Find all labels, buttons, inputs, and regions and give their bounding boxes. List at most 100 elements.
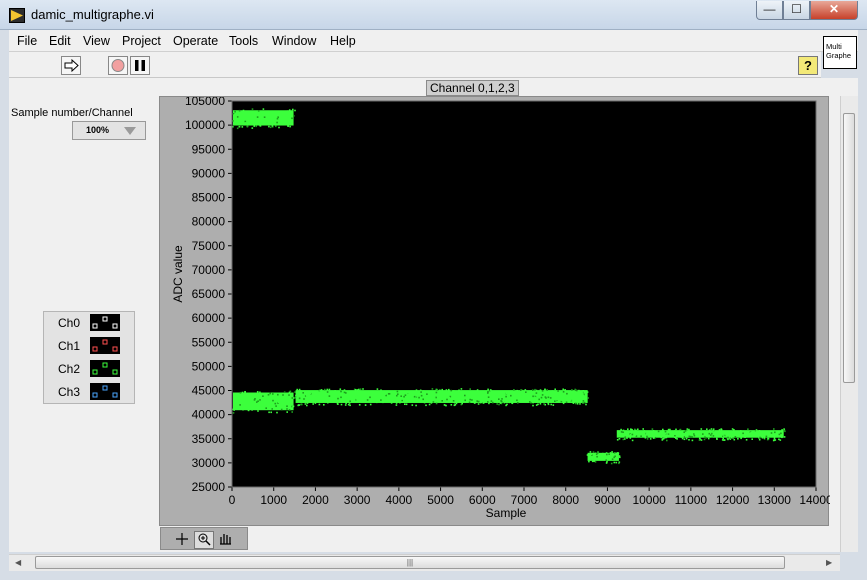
menu-view[interactable]: View — [83, 34, 110, 48]
data-point — [610, 462, 613, 465]
menu-operate[interactable]: Operate — [173, 34, 218, 48]
zoom-icon[interactable] — [194, 531, 214, 549]
data-point — [707, 437, 710, 440]
legend-swatch-ch1[interactable] — [90, 337, 120, 354]
data-point — [403, 395, 405, 398]
data-point — [766, 431, 768, 434]
data-point — [631, 439, 634, 442]
data-point — [734, 436, 737, 438]
minimize-button[interactable]: — — [756, 1, 783, 20]
pause-button[interactable] — [130, 56, 150, 75]
data-point — [712, 432, 715, 435]
data-point — [499, 402, 502, 404]
maximize-button[interactable]: ☐ — [783, 1, 810, 20]
data-point — [694, 431, 696, 434]
close-button[interactable]: ✕ — [810, 1, 858, 20]
data-point — [487, 396, 490, 398]
legend-marker — [92, 346, 98, 352]
data-point — [552, 390, 555, 393]
data-point — [299, 391, 302, 394]
data-point — [319, 389, 321, 392]
data-point — [593, 459, 596, 462]
data-point — [666, 439, 668, 442]
data-point — [387, 396, 390, 398]
data-point — [251, 400, 254, 403]
data-point — [736, 434, 738, 437]
data-point — [292, 405, 295, 408]
data-point — [236, 396, 239, 398]
data-point — [541, 394, 544, 396]
vertical-scroll-thumb[interactable] — [843, 113, 855, 383]
data-point — [469, 397, 471, 399]
data-point — [435, 396, 437, 399]
data-point — [244, 395, 246, 398]
menu-file[interactable]: File — [17, 34, 37, 48]
y-tick-label: 65000 — [192, 287, 226, 301]
data-point — [716, 435, 719, 438]
data-point — [727, 438, 729, 441]
menu-edit[interactable]: Edit — [49, 34, 71, 48]
x-tick-label: 13000 — [758, 493, 792, 507]
data-point — [343, 391, 346, 394]
data-point — [287, 124, 289, 127]
data-point — [334, 390, 336, 392]
data-point — [733, 438, 736, 441]
data-point — [586, 391, 589, 393]
horizontal-scroll-thumb[interactable]: ||| — [35, 556, 785, 569]
data-point — [262, 108, 265, 110]
data-point — [732, 437, 734, 440]
menu-project[interactable]: Project — [122, 34, 161, 48]
data-point — [271, 125, 274, 127]
scroll-right-icon[interactable]: ▶ — [826, 558, 832, 567]
data-point — [343, 389, 346, 391]
data-point — [538, 398, 540, 401]
menu-help[interactable]: Help — [330, 34, 356, 48]
data-point — [539, 403, 542, 405]
data-point — [263, 116, 266, 118]
data-point — [247, 409, 250, 412]
run-button[interactable] — [61, 56, 81, 75]
data-point — [303, 398, 305, 400]
data-point — [252, 111, 255, 113]
y-tick-label: 85000 — [192, 191, 226, 205]
data-point — [781, 436, 783, 439]
data-point — [413, 395, 416, 398]
data-point — [720, 428, 723, 431]
data-point — [288, 409, 291, 411]
data-point — [706, 428, 708, 430]
menu-window[interactable]: Window — [272, 34, 316, 48]
legend-swatch-ch0[interactable] — [90, 314, 120, 331]
data-point — [324, 388, 326, 391]
data-point — [297, 404, 299, 407]
data-point — [651, 428, 654, 430]
menu-tools[interactable]: Tools — [229, 34, 258, 48]
dropdown-arrow-icon[interactable] — [124, 127, 136, 135]
legend-swatch-ch3[interactable] — [90, 383, 120, 400]
data-point — [253, 125, 255, 127]
data-point — [355, 398, 358, 400]
data-point — [340, 390, 342, 393]
scroll-left-icon[interactable]: ◀ — [15, 558, 21, 567]
abort-button[interactable] — [108, 56, 128, 75]
xy-graph[interactable]: 2500030000350004000045000500005500060000… — [160, 97, 830, 527]
data-point — [461, 399, 463, 402]
x-tick-label: 2000 — [302, 493, 329, 507]
data-point — [658, 433, 661, 436]
data-point — [783, 436, 786, 438]
data-point — [376, 388, 379, 390]
data-point — [693, 433, 695, 435]
data-point — [682, 433, 685, 435]
context-help-button[interactable]: ? — [798, 56, 818, 75]
data-point — [289, 125, 291, 128]
data-point — [681, 430, 683, 433]
cursor-cross-icon[interactable] — [173, 531, 191, 547]
legend-swatch-ch2[interactable] — [90, 360, 120, 377]
data-point — [269, 403, 272, 405]
data-point — [316, 391, 319, 394]
pan-hand-icon[interactable] — [216, 531, 234, 547]
data-point — [723, 435, 725, 437]
data-point — [747, 430, 749, 433]
data-point — [759, 431, 762, 434]
data-point — [529, 397, 532, 399]
data-point — [586, 454, 589, 456]
